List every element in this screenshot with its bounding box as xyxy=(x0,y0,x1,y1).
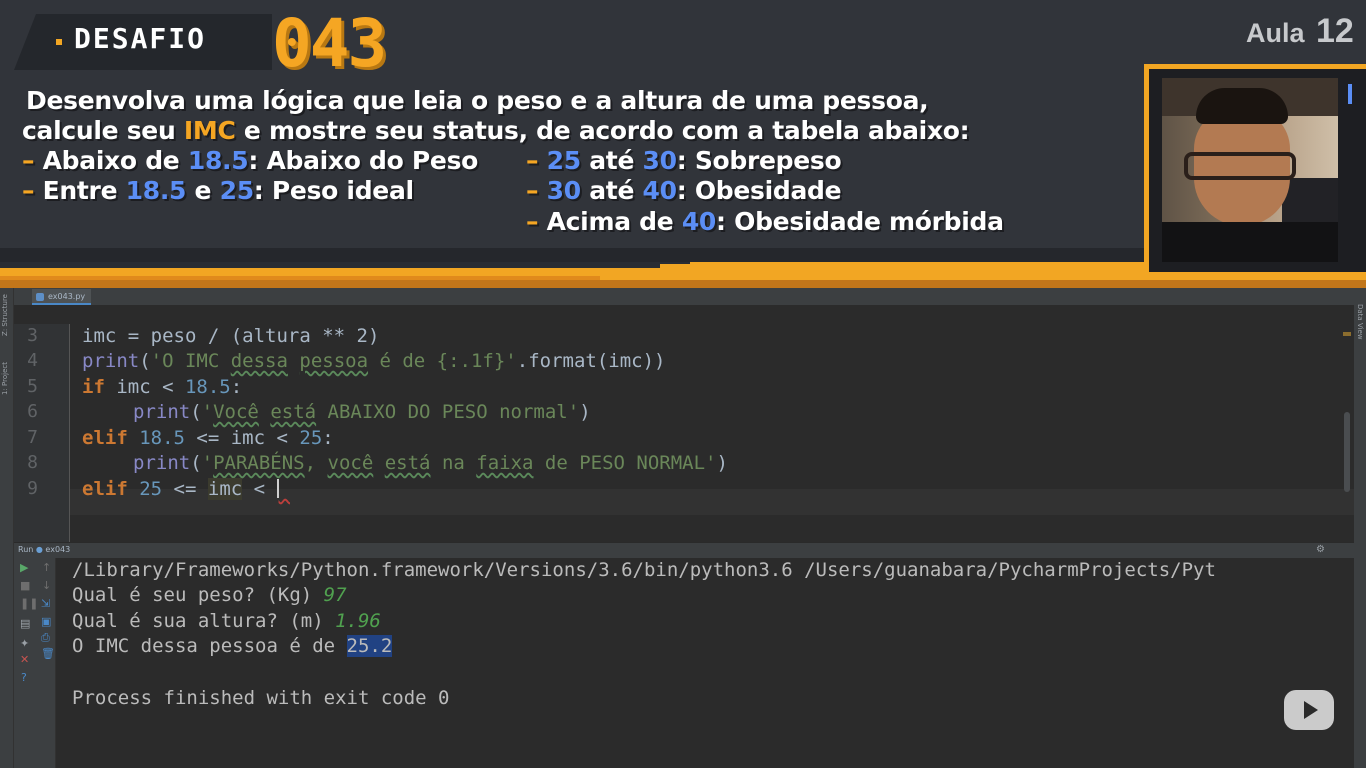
code-line-current: elif 25 <= imc < xyxy=(82,477,290,501)
run-panel-header: Run ● ex043 ⚙ xyxy=(14,542,1354,558)
user-input: 97 xyxy=(323,584,347,606)
code-line: print('Você está ABAIXO DO PESO normal') xyxy=(133,401,591,423)
webcam-video xyxy=(1162,78,1338,262)
editor-tab-bar: ex043.py xyxy=(14,288,1354,306)
tab-ex043[interactable]: ex043.py xyxy=(32,289,92,305)
line-number: 4 xyxy=(27,350,38,371)
data-view-tool-tab[interactable]: Data View xyxy=(1356,304,1364,340)
title-bullet-icon xyxy=(56,39,62,45)
banner-title: DESAFIO xyxy=(74,22,207,55)
editor-scrollbar[interactable] xyxy=(1344,412,1350,492)
wrap-icon[interactable]: ⇲ xyxy=(41,598,50,610)
code-line: print('O IMC dessa pessoa é de {:.1f}'.f… xyxy=(82,350,666,372)
line-number: 6 xyxy=(27,401,38,422)
left-tool-strip: Z: Structure 1: Project xyxy=(0,288,14,768)
code-editor[interactable]: 3 4 5 6 7 8 9 imc = peso / (altura ** 2)… xyxy=(14,324,1354,542)
description-line-1: Desenvolva uma lógica que leia o peso e … xyxy=(26,86,929,115)
line-number: 5 xyxy=(27,376,38,397)
help-icon[interactable]: ? xyxy=(21,672,27,684)
right-tool-strip xyxy=(1354,288,1366,768)
code-line: if imc < 18.5: xyxy=(82,376,243,398)
up-arrow-icon[interactable]: ↑ xyxy=(42,562,51,574)
run-label: Run xyxy=(18,545,34,554)
warning-marker[interactable] xyxy=(1343,332,1351,336)
code-line: imc = peso / (altura ** 2) xyxy=(82,325,380,347)
code-line: print('PARABÉNS, você está na faixa de P… xyxy=(133,452,728,474)
selected-result: 25.2 xyxy=(346,635,393,657)
console-exit-line: Process finished with exit code 0 xyxy=(72,687,450,709)
text-caret xyxy=(276,478,290,500)
user-input: 1.96 xyxy=(335,610,381,632)
run-console[interactable]: /Library/Frameworks/Python.framework/Ver… xyxy=(56,558,1354,768)
tab-label: ex043.py xyxy=(48,292,86,301)
lesson-label: Aula xyxy=(1246,18,1305,48)
challenge-banner: DESAFIO 043 Aula 12 Desenvolva uma lógic… xyxy=(0,0,1366,290)
imc-highlight: IMC xyxy=(183,116,236,145)
export-icon[interactable]: ▣ xyxy=(41,616,51,628)
close-icon[interactable]: ✕ xyxy=(20,654,29,666)
print-icon[interactable]: ⎙ xyxy=(41,632,50,644)
breadcrumb xyxy=(14,306,1354,324)
stop-icon[interactable]: ■ xyxy=(20,580,30,592)
trash-icon[interactable]: 🗑 xyxy=(41,648,55,660)
challenge-number: 043 xyxy=(272,5,387,82)
line-number: 8 xyxy=(27,452,38,473)
youtube-play-icon[interactable] xyxy=(1284,690,1334,730)
status-item-morbid-obesity: – Acima de 40: Obesidade mórbida xyxy=(526,207,1004,236)
structure-tool-tab[interactable]: Z: Structure xyxy=(1,294,9,336)
pin-icon[interactable]: ✦ xyxy=(20,638,29,650)
python-file-icon xyxy=(36,293,44,301)
run-config: ex043 xyxy=(45,545,71,554)
line-number: 7 xyxy=(27,427,38,448)
pause-icon[interactable]: ❚❚ xyxy=(20,598,38,610)
console-line: Qual é sua altura? (m) 1.96 xyxy=(72,610,381,632)
line-number: 3 xyxy=(27,325,38,346)
line-number: 9 xyxy=(27,478,38,499)
console-line: Qual é seu peso? (Kg) 97 xyxy=(72,584,347,606)
console-command: /Library/Frameworks/Python.framework/Ver… xyxy=(72,559,1216,581)
code-line: elif 18.5 <= imc < 25: xyxy=(82,427,334,449)
project-tool-tab[interactable]: 1: Project xyxy=(1,362,9,395)
gear-icon[interactable]: ⚙ xyxy=(1316,544,1325,555)
lesson-number: 12 xyxy=(1316,12,1354,50)
status-item-overweight: – 25 até 30: Sobrepeso xyxy=(526,146,842,175)
status-item-ideal: – Entre 18.5 e 25: Peso ideal xyxy=(22,176,414,205)
down-arrow-icon[interactable]: ↓ xyxy=(42,580,51,592)
pycharm-ide: Z: Structure 1: Project Data View ex043.… xyxy=(0,288,1366,768)
console-line: O IMC dessa pessoa é de 25.2 xyxy=(72,635,393,657)
webcam-decoration xyxy=(1348,84,1354,104)
run-icon[interactable]: ▶ xyxy=(20,562,28,574)
status-item-obesity: – 30 até 40: Obesidade xyxy=(526,176,842,205)
description-line-2: calcule seu IMC e mostre seu status, de … xyxy=(22,116,970,145)
run-toolbar: ▶ ■ ❚❚ ▤ ✦ ✕ ? ↑ ↓ ⇲ ▣ ⎙ 🗑 xyxy=(14,558,56,768)
layout-icon[interactable]: ▤ xyxy=(20,618,30,630)
status-item-underweight: – Abaixo de 18.5: Abaixo do Peso xyxy=(22,146,479,175)
